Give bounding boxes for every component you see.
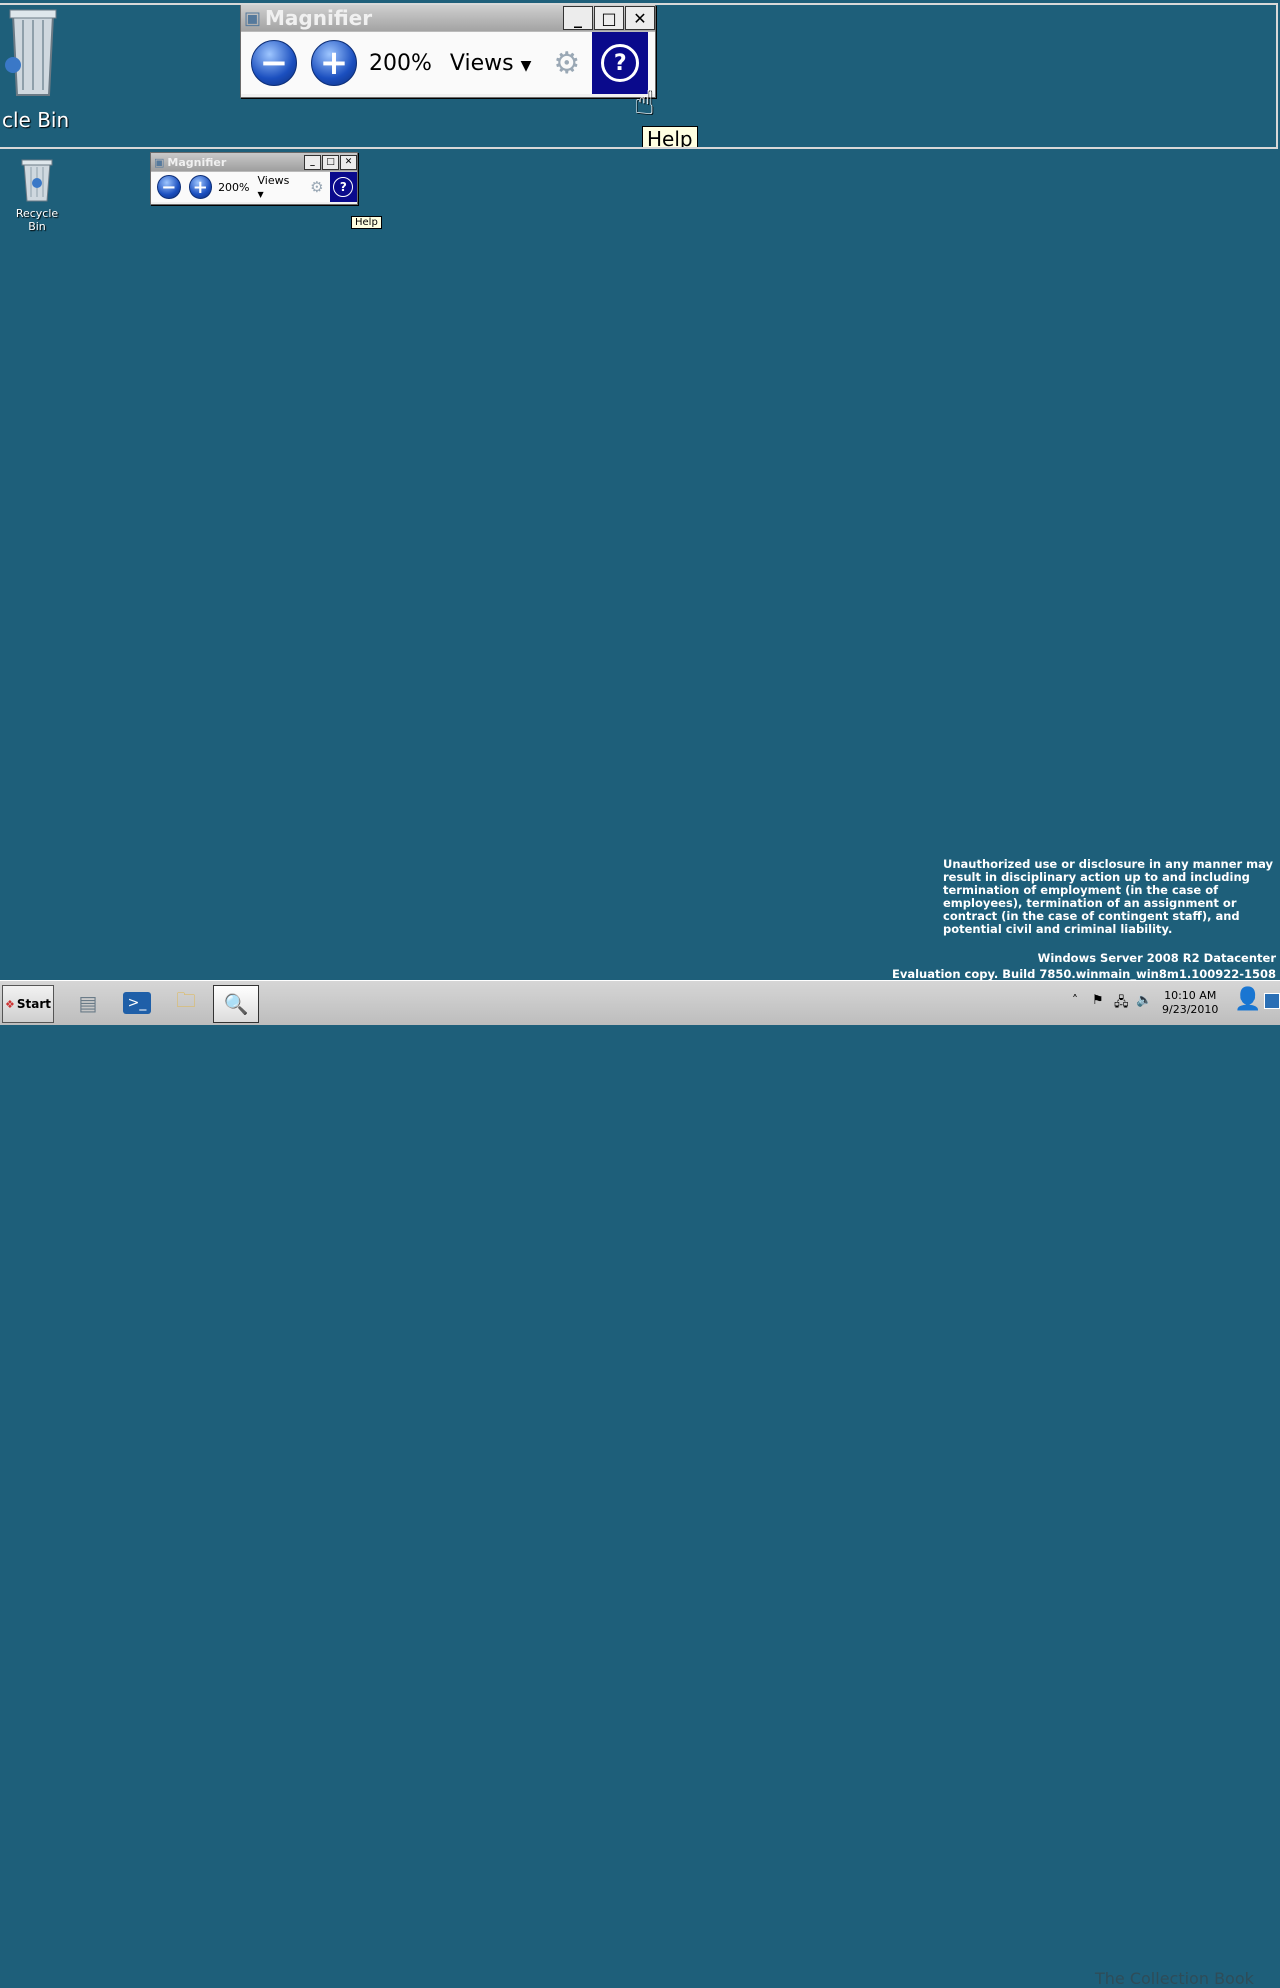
legal-notice: Unauthorized use or disclosure in any ma… — [943, 857, 1274, 936]
recycle-bin-label: Recycle Bin — [15, 207, 59, 233]
taskbar: ❖ Start ▤ >_ 🗀 🔍 ˄ ⚑ 🖧 🔈 10:10 AM 9/23/2… — [0, 980, 1280, 1988]
server-manager-icon: ▤ — [78, 991, 98, 1015]
magnifier-taskbar-button[interactable]: 🔍 — [213, 985, 259, 1023]
action-center-flag-icon[interactable]: ⚑ — [1092, 993, 1104, 1008]
toolbar: − + 200% Views ▼ ⚙ ? — [241, 31, 655, 94]
desktop: cle Bin ▣ Magnifier _ □ ✕ − + 200% Views… — [0, 0, 1280, 982]
help-tooltip-magnified: Help — [642, 126, 698, 147]
title-bar[interactable]: ▣ Magnifier _ □ ✕ — [151, 153, 357, 171]
views-label: Views — [449, 50, 514, 76]
title-bar: ▣ Magnifier _ □ ✕ — [241, 5, 655, 31]
magnifier-window[interactable]: ▣ Magnifier _ □ ✕ − + 200% Views ▼ ⚙ ? — [150, 152, 358, 205]
watermark: The Collection Book — [1095, 1969, 1254, 1988]
version-info: Windows Server 2008 R2 Datacenter Evalua… — [892, 950, 1276, 982]
views-dropdown[interactable]: Views ▼ — [450, 51, 531, 76]
minus-icon: − — [259, 43, 289, 83]
window-title: Magnifier — [265, 6, 373, 30]
hand-cursor-icon: ☝ — [634, 83, 655, 123]
recycle-bin-icon-magnified[interactable]: cle Bin — [0, 5, 70, 145]
powershell-icon: >_ — [123, 992, 151, 1014]
zoom-in-button[interactable]: + — [311, 40, 357, 86]
help-tooltip: Help — [351, 216, 382, 229]
trash-icon — [5, 9, 57, 96]
help-icon: ? — [333, 177, 354, 197]
maximize-button[interactable]: □ — [322, 154, 339, 170]
user-icon[interactable]: 👤 — [1234, 987, 1261, 1012]
recycle-bin[interactable]: Recycle Bin — [6, 157, 68, 233]
close-button[interactable]: ✕ — [340, 154, 357, 170]
toolbar: − + 200% Views ▼ ⚙ ? — [151, 171, 357, 202]
plus-icon: + — [192, 176, 208, 198]
chevron-down-icon: ▼ — [520, 57, 532, 74]
clock[interactable]: 10:10 AM 9/23/2010 — [1162, 989, 1218, 1017]
server-manager-button[interactable]: ▤ — [66, 985, 110, 1021]
system-tray: ˄ ⚑ 🖧 🔈 10:10 AM 9/23/2010 👤 — [1068, 983, 1280, 1023]
plus-icon: + — [319, 43, 349, 83]
magnifier-icon: 🔍 — [223, 992, 249, 1016]
folder-icon: 🗀 — [176, 988, 196, 1012]
version-line-1: Windows Server 2008 R2 Datacenter — [1037, 951, 1276, 965]
minimize-button[interactable]: _ — [304, 154, 321, 170]
minus-icon: − — [161, 176, 177, 198]
show-hidden-icons-icon[interactable]: ˄ — [1072, 993, 1078, 1007]
views-label: Views — [257, 174, 290, 187]
magnifier-app-icon: ▣ — [154, 155, 165, 169]
zoom-level: 200% — [369, 50, 432, 76]
help-button[interactable]: ? — [329, 172, 357, 202]
views-dropdown[interactable]: Views ▼ — [258, 174, 299, 200]
zoom-out-button[interactable]: − — [157, 175, 181, 199]
clock-time: 10:10 AM — [1164, 989, 1217, 1002]
magnifier-app-icon: ▣ — [244, 7, 262, 29]
start-button[interactable]: ❖ Start — [2, 985, 54, 1023]
windows-logo-icon: ❖ — [4, 997, 15, 1011]
maximize-button[interactable]: □ — [594, 6, 624, 30]
explorer-button[interactable]: 🗀 — [164, 985, 208, 1021]
trash-icon — [21, 159, 53, 202]
recycle-bin-label-magnified: cle Bin — [2, 108, 70, 132]
window-title: Magnifier — [167, 155, 227, 169]
start-label: Start — [16, 997, 51, 1011]
gear-icon[interactable]: ⚙ — [310, 178, 323, 196]
minimize-button[interactable]: _ — [563, 6, 593, 30]
magnifier-lens: cle Bin ▣ Magnifier _ □ ✕ − + 200% Views… — [0, 3, 1278, 149]
close-button[interactable]: ✕ — [625, 6, 655, 30]
zoom-out-button[interactable]: − — [251, 40, 297, 86]
help-icon: ? — [601, 44, 640, 82]
gear-icon[interactable]: ⚙ — [553, 46, 580, 81]
powershell-button[interactable]: >_ — [115, 985, 159, 1021]
chevron-down-icon: ▼ — [257, 190, 264, 199]
volume-icon[interactable]: 🔈 — [1136, 993, 1152, 1008]
network-icon[interactable]: 🖧 — [1114, 993, 1129, 1015]
zoom-in-button[interactable]: + — [188, 175, 213, 199]
show-desktop-icon[interactable] — [1264, 993, 1280, 1009]
clock-date: 9/23/2010 — [1162, 1003, 1219, 1016]
zoom-level: 200% — [218, 180, 250, 194]
magnifier-window-magnified[interactable]: ▣ Magnifier _ □ ✕ − + 200% Views ▼ ⚙ ? — [240, 5, 656, 98]
